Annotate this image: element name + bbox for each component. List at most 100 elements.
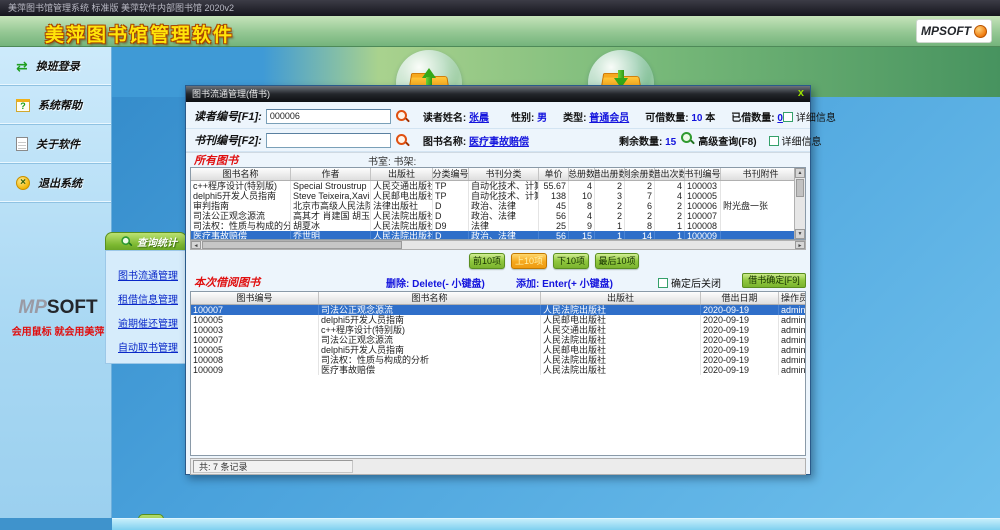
- table-cell: 100007: [191, 335, 319, 345]
- vertical-scrollbar: ▲ ▼: [794, 168, 805, 239]
- table-row[interactable]: 100007司法公正观念源流人民法院出版社2020-09-19admin: [191, 305, 805, 315]
- table-cell: 借出日期: [701, 292, 779, 304]
- table-row[interactable]: 医疗事故赔偿乔世明人民法院出版社D政治、法律56151141100009: [191, 231, 801, 239]
- table-cell: 附光盘一张: [721, 201, 801, 211]
- table-row[interactable]: 司法权：性质与构成的分析胡夏冰人民法院出版社D9法律259181100008: [191, 221, 801, 231]
- first-10-button[interactable]: 前10项: [469, 253, 505, 269]
- table-cell: 书刊分类: [469, 168, 539, 180]
- table-cell: [721, 221, 801, 231]
- table-cell: 剩余册数: [625, 168, 655, 180]
- table-cell: 2020-09-19: [701, 325, 779, 335]
- table-cell: 2: [595, 211, 625, 221]
- table-cell: 55.67: [539, 181, 569, 191]
- sidebar-item-label: 换班登录: [36, 58, 80, 74]
- table-cell: 人民法院出版社: [541, 355, 701, 365]
- table-row[interactable]: 100007司法公正观念源流人民法院出版社2020-09-19admin: [191, 335, 805, 345]
- table-cell: 人民邮电出版社: [371, 191, 433, 201]
- table-cell: 2: [655, 201, 685, 211]
- scroll-up-icon[interactable]: ▲: [795, 168, 805, 178]
- table-cell: admin: [779, 305, 806, 315]
- member-type-link[interactable]: 普通会员: [589, 113, 629, 124]
- advanced-search-icon[interactable]: [681, 132, 694, 145]
- scroll-right-icon[interactable]: ►: [795, 241, 805, 249]
- table-row[interactable]: delphi5开发人员指南Steve Teixeira,Xavi人民邮电出版社T…: [191, 191, 801, 201]
- table-cell: 2020-09-19: [701, 365, 779, 375]
- table-row[interactable]: 100003c++程序设计(特别版)人民交通出版社2020-09-19admin: [191, 325, 805, 335]
- table-cell: 北京市高级人民法院: [291, 201, 371, 211]
- scroll-down-icon[interactable]: ▼: [795, 229, 805, 239]
- books-table: 图书名称作者出版社分类编号书刊分类单价总册数借出册数剩余册数借出次数书刊编号书刊…: [191, 168, 801, 239]
- table-cell: 100006: [685, 201, 721, 211]
- link-auto-fetch[interactable]: 自动取书管理: [118, 337, 189, 361]
- link-book-circulation[interactable]: 图书流通管理: [118, 265, 189, 289]
- table-cell: 100007: [685, 211, 721, 221]
- close-after-checkbox[interactable]: [658, 278, 668, 288]
- table-cell: 100009: [685, 231, 721, 239]
- logo-soft: SOFT: [47, 297, 98, 318]
- next-10-button[interactable]: 下10项: [553, 253, 589, 269]
- quota-value: 10: [691, 113, 702, 124]
- prev-10-button[interactable]: 上10项: [511, 253, 547, 269]
- table-cell: 100008: [685, 221, 721, 231]
- table-cell: 45: [539, 201, 569, 211]
- hscrollbar-thumb[interactable]: [202, 241, 402, 249]
- table-row[interactable]: c++程序设计(特别版)Special Stroustrup人民交通出版社TP自…: [191, 181, 801, 191]
- reader-search-icon[interactable]: [396, 110, 409, 123]
- book-name-link[interactable]: 医疗事故赔偿: [469, 137, 529, 148]
- gender-value: 男: [537, 113, 547, 124]
- table-row[interactable]: 100009医疗事故赔偿人民法院出版社2020-09-19admin: [191, 365, 805, 375]
- table-cell: TP: [433, 181, 469, 191]
- table-row[interactable]: 100008司法权：性质与构成的分析人民法院出版社2020-09-19admin: [191, 355, 805, 365]
- book-detail-checkbox[interactable]: [769, 136, 779, 146]
- table-cell: 4: [655, 181, 685, 191]
- book-search-icon[interactable]: [396, 134, 409, 147]
- close-after-confirm: 确定后关闭: [658, 275, 721, 290]
- table-cell: 人民法院出版社: [541, 365, 701, 375]
- table-cell: 2020-09-19: [701, 335, 779, 345]
- close-icon[interactable]: x: [798, 86, 804, 102]
- table-row[interactable]: 100005delphi5开发人员指南人民邮电出版社2020-09-19admi…: [191, 345, 805, 355]
- table-cell: 书刊编号: [685, 168, 721, 180]
- tab-label: 查询统计: [137, 234, 177, 249]
- table-cell: 人民法院出版社: [371, 231, 433, 239]
- table-cell: 自动化技术、计算: [469, 181, 539, 191]
- table-cell: 审判指南: [191, 201, 291, 211]
- table-cell: 56: [539, 231, 569, 239]
- table-row[interactable]: 审判指南北京市高级人民法院法律出版社D政治、法律458262100006附光盘一…: [191, 201, 801, 211]
- link-rental-info[interactable]: 租借信息管理: [118, 289, 189, 313]
- table-cell: 100008: [191, 355, 319, 365]
- reader-name-link[interactable]: 张晨: [469, 113, 489, 124]
- reader-detail-checkbox[interactable]: [783, 112, 793, 122]
- table-cell: 4: [655, 191, 685, 201]
- table-cell: 政治、法律: [469, 201, 539, 211]
- reader-id-label: 读者编号[F1]:: [194, 108, 262, 124]
- table-cell: 出版社: [541, 292, 701, 304]
- table-row[interactable]: 100005delphi5开发人员指南人民邮电出版社2020-09-19admi…: [191, 315, 805, 325]
- book-id-input[interactable]: [266, 133, 391, 148]
- sidebar-item-help[interactable]: ? 系统帮助: [0, 86, 111, 125]
- book-detail-label: 详细信息: [782, 137, 822, 148]
- sidebar-item-exit[interactable]: × 退出系统: [0, 164, 111, 203]
- tab-query-statistics[interactable]: 查询统计: [105, 232, 187, 250]
- table-row[interactable]: 司法公正观念源流高其才 肖建国 胡玉人民法院出版社D政治、法律564222100…: [191, 211, 801, 221]
- table-cell: 100005: [191, 345, 319, 355]
- sidebar-item-shift-login[interactable]: ⇄ 换班登录: [0, 47, 111, 86]
- table-cell: 人民交通出版社: [371, 181, 433, 191]
- table-cell: 2: [625, 181, 655, 191]
- paging-row: 前10项 上10项 下10项 最后10项: [186, 253, 810, 271]
- table-cell: 人民法院出版社: [541, 335, 701, 345]
- scrollbar-thumb[interactable]: [796, 179, 804, 197]
- gender-label: 性别:: [511, 113, 534, 124]
- table-cell: 作者: [291, 168, 371, 180]
- reader-id-input[interactable]: [266, 109, 391, 124]
- advanced-query-button[interactable]: 高级查询(F8): [698, 133, 756, 148]
- scroll-left-icon[interactable]: ◄: [191, 241, 201, 249]
- table-cell: 医疗事故赔偿: [191, 231, 291, 239]
- table-cell: 司法权：性质与构成的分析: [191, 221, 291, 231]
- table-cell: 8: [625, 221, 655, 231]
- link-overdue-recall[interactable]: 逾期催还管理: [118, 313, 189, 337]
- sidebar-item-about[interactable]: 关于软件: [0, 125, 111, 164]
- last-10-button[interactable]: 最后10项: [595, 253, 639, 269]
- confirm-borrow-button[interactable]: 借书确定[F9]: [742, 273, 806, 288]
- table-cell: 总册数: [569, 168, 595, 180]
